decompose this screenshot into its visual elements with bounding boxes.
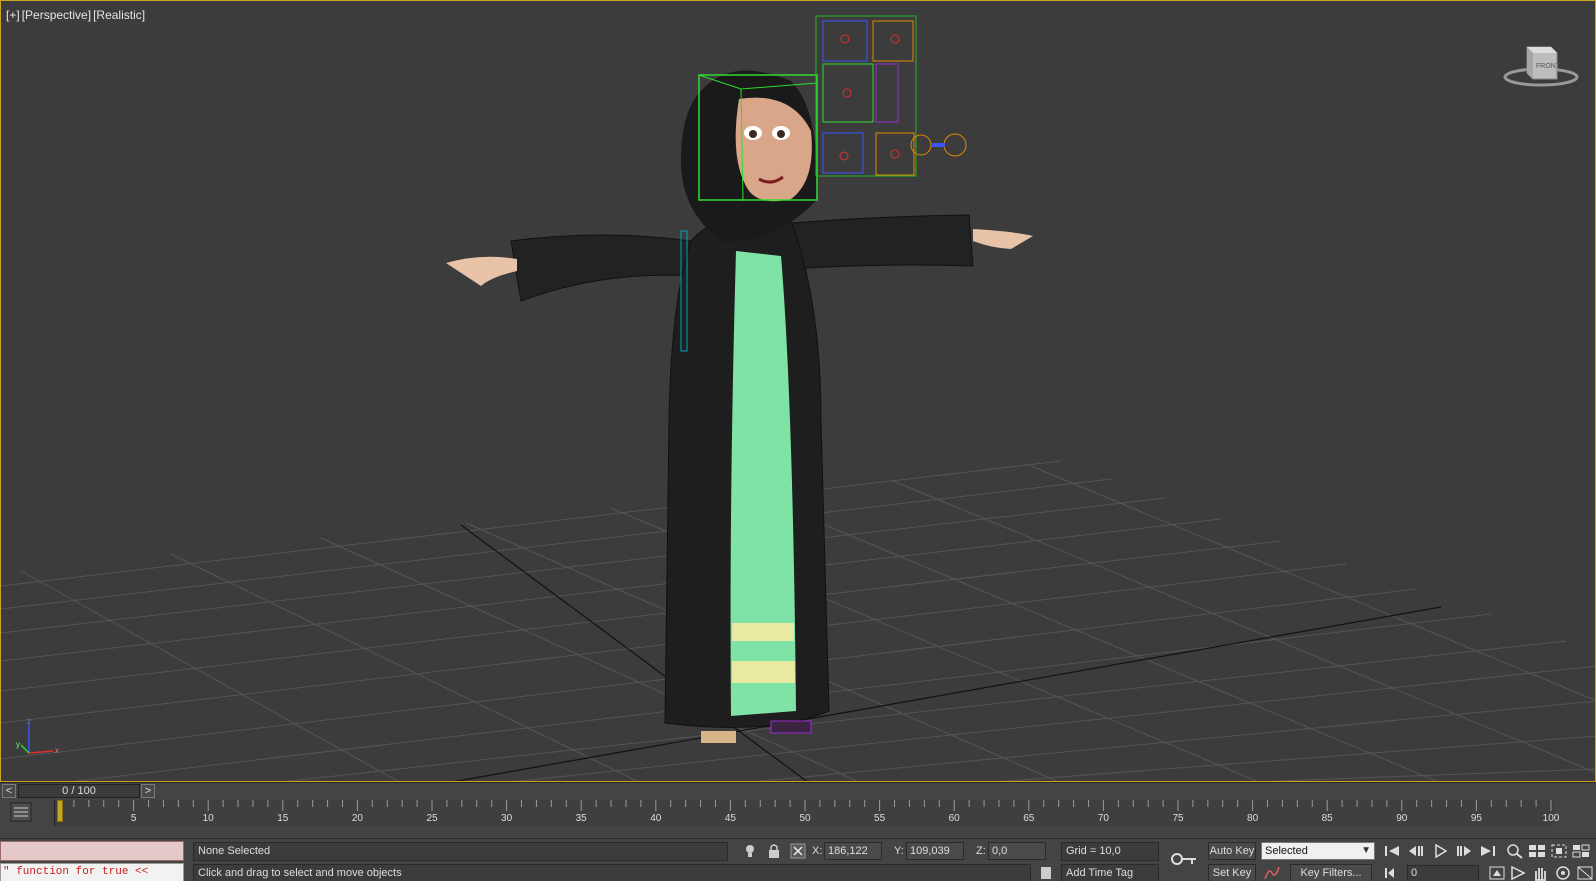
scene-canvas[interactable] (1, 1, 1596, 782)
viewport-pov-menu[interactable]: [Perspective] (22, 8, 91, 22)
time-tag-icon[interactable] (1038, 865, 1054, 881)
viewcube-face-label: FRONT (1536, 63, 1561, 70)
previous-frame-icon[interactable] (1406, 842, 1426, 860)
viewcube-icon[interactable]: FRONT (1501, 41, 1581, 91)
frame-tick-label: 65 (1023, 813, 1035, 824)
frame-tick-label: 70 (1097, 813, 1109, 824)
isolate-selection-icon[interactable] (742, 843, 758, 859)
frame-tick-label: 20 (351, 813, 363, 824)
frame-tick-label: 10 (202, 813, 214, 824)
track-bar-timeline[interactable]: 5 10 15 20 25 30 35 40 45 50 55 60 65 70 75 80 85 90 95 100 (54, 800, 1559, 826)
frame-tick-label: 60 (948, 813, 960, 824)
frame-tick-label: 50 (799, 813, 811, 824)
z-coord-field[interactable]: 0,0 (988, 842, 1046, 860)
x-coord-label: X: (812, 845, 823, 857)
z-coord-label: Z: (976, 845, 986, 857)
key-filters-button[interactable]: Key Filters... (1290, 864, 1372, 881)
frame-tick-label: 5 (130, 813, 137, 824)
frame-tick-label: 15 (277, 813, 289, 824)
zoom-extents-icon[interactable] (1549, 842, 1569, 860)
next-frame-icon[interactable] (1454, 842, 1474, 860)
time-slider-thumb[interactable]: 0 / 100 (18, 784, 140, 798)
frame-tick-label: 95 (1470, 813, 1482, 824)
set-key-button[interactable]: Set Key (1208, 864, 1256, 881)
frame-tick-label: 80 (1247, 813, 1259, 824)
frame-tick-label: 55 (874, 813, 886, 824)
axis-x-label: x (55, 746, 59, 755)
add-time-tag[interactable]: Add Time Tag (1061, 864, 1159, 881)
go-to-end-icon[interactable] (1478, 842, 1498, 860)
current-frame-marker[interactable] (57, 800, 63, 822)
absolute-mode-transform-icon[interactable] (790, 843, 806, 859)
axis-z-label: z (27, 717, 31, 726)
curve-editor-icon[interactable] (10, 802, 32, 822)
selection-status: None Selected (193, 842, 728, 861)
axis-tripod-icon: z x y (16, 717, 59, 755)
y-coord-field[interactable]: 109,039 (906, 842, 964, 860)
key-mode-toggle-icon[interactable] (1382, 864, 1402, 881)
frame-tick-label: 35 (575, 813, 587, 824)
pan-icon[interactable] (1509, 864, 1529, 881)
viewport-menu-plus[interactable]: [+] (6, 8, 20, 22)
axis-y-label: y (16, 740, 20, 749)
track-bar[interactable]: 5 10 15 20 25 30 35 40 45 50 55 60 65 70 75 80 85 90 95 100 (0, 798, 1596, 826)
viewport-label[interactable]: [+] [Perspective] [Realistic] (6, 8, 145, 22)
current-frame-field[interactable]: 0 (1407, 865, 1479, 881)
perspective-viewport[interactable]: [+] [Perspective] [Realistic] FRONT z x … (0, 0, 1596, 782)
frame-tick-label: 25 (426, 813, 438, 824)
frame-tick-label: 75 (1172, 813, 1184, 824)
frame-tick-label: 40 (650, 813, 662, 824)
grid-axes (453, 524, 1442, 781)
zoom-extents-all-icon[interactable] (1571, 842, 1591, 860)
frame-tick-label: 45 (724, 813, 736, 824)
frame-tick-label: 85 (1321, 813, 1333, 824)
zoom-icon[interactable] (1505, 842, 1525, 860)
status-bar: " function for true << None Selected Cli… (0, 838, 1596, 881)
zoom-all-icon[interactable] (1527, 842, 1547, 860)
key-tangent-icon[interactable] (1264, 865, 1280, 881)
chevron-down-icon: ▼ (1361, 845, 1371, 856)
auto-key-button[interactable]: Auto Key (1208, 842, 1256, 860)
x-coord-field[interactable]: 186,122 (824, 842, 882, 860)
key-mode-value: Selected (1265, 845, 1308, 857)
field-of-view-icon[interactable] (1487, 864, 1507, 881)
character-model[interactable] (446, 70, 1033, 743)
play-icon[interactable] (1430, 842, 1450, 860)
y-coord-label: Y: (894, 845, 904, 857)
key-mode-dropdown[interactable]: Selected ▼ (1261, 842, 1375, 860)
set-keys-icon[interactable] (1170, 849, 1198, 869)
maxscript-listener-input[interactable] (0, 841, 184, 861)
grid-size: Grid = 10,0 (1061, 842, 1159, 861)
frame-tick-label: 100 (1542, 813, 1560, 824)
frame-tick-label: 30 (501, 813, 513, 824)
go-to-start-icon[interactable] (1382, 842, 1402, 860)
time-slider-next-button[interactable]: > (141, 784, 155, 798)
viewport-shading-menu[interactable]: [Realistic] (93, 8, 145, 22)
maximize-viewport-icon[interactable] (1575, 864, 1595, 881)
time-slider-prev-button[interactable]: < (2, 784, 16, 798)
selection-lock-icon[interactable] (766, 843, 782, 859)
orbit-icon[interactable] (1553, 864, 1573, 881)
prompt-line: Click and drag to select and move object… (193, 864, 1031, 881)
max-app: [+] [Perspective] [Realistic] FRONT z x … (0, 0, 1596, 881)
pan-hand-icon[interactable] (1531, 864, 1551, 881)
frame-tick-label: 90 (1396, 813, 1408, 824)
time-slider[interactable]: < 0 / 100 > (0, 782, 1596, 798)
maxscript-listener-output[interactable]: " function for true << (0, 863, 184, 881)
